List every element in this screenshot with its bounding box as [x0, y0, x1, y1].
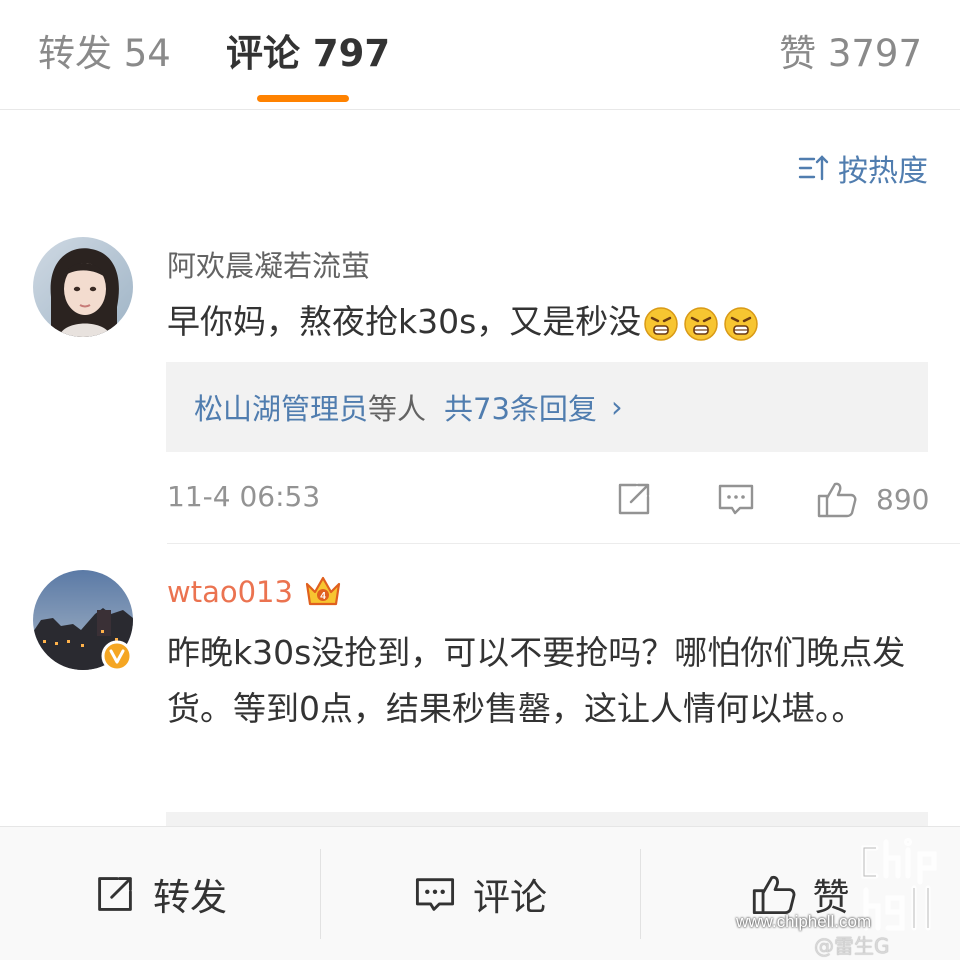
- comment-icon: [718, 484, 754, 515]
- comment-reply-button[interactable]: [716, 478, 756, 520]
- comment-button[interactable]: 评论: [320, 827, 640, 960]
- comment-label: 评论: [473, 876, 547, 919]
- tab-repost[interactable]: 转发 54: [38, 30, 171, 78]
- comment-body: 昨晚k30s没抢到，可以不要抢吗？哪怕你们晚点发货。等到0点，结果秒售罄，这让人…: [167, 633, 906, 728]
- active-tab-indicator: [257, 95, 349, 102]
- chevron-right-icon: ›: [610, 390, 623, 424]
- reply-others-label: 等人: [368, 392, 427, 426]
- comment-username-vip[interactable]: wtao013 4: [167, 574, 343, 610]
- comment-timestamp: 11-4 06:53: [167, 480, 321, 513]
- reply-user-link[interactable]: 松山湖管理员: [194, 386, 368, 428]
- share-icon: [98, 877, 132, 911]
- comment-username[interactable]: wtao013: [167, 575, 293, 609]
- comment-body: 早你妈，熬夜抢k30s，又是秒没: [167, 302, 642, 341]
- repost-label: 转发: [153, 876, 227, 919]
- emoji-row: [643, 306, 763, 342]
- comment-username[interactable]: 阿欢晨凝若流萤: [167, 243, 370, 285]
- share-icon: [618, 483, 650, 515]
- avatar[interactable]: [33, 237, 133, 337]
- angry-emoji-icon: [724, 306, 759, 341]
- tab-bar: 转发 54 评论 797 赞 3797: [0, 0, 960, 110]
- verified-v-icon: [101, 640, 133, 672]
- replies-preview[interactable]: 松山湖管理员 等人 共73条回复 ›: [166, 362, 928, 452]
- watermark-user: @雷生G: [814, 934, 890, 958]
- repost-button[interactable]: 转发: [0, 827, 320, 960]
- watermark-url: www.chiphell.com: [736, 912, 872, 931]
- tab-comment[interactable]: 评论 797: [226, 30, 390, 78]
- comment-text: 早你妈，熬夜抢k30s，又是秒没: [167, 294, 763, 350]
- sort-button[interactable]: 按热度: [798, 148, 928, 189]
- comment-icon: [415, 878, 455, 911]
- sort-label: 按热度: [838, 154, 928, 189]
- svg-text:4: 4: [320, 591, 326, 602]
- comment-repost-button[interactable]: [614, 478, 654, 520]
- vip-crown-icon: 4: [305, 576, 341, 606]
- like-count: 890: [876, 482, 930, 516]
- angry-emoji-icon: [684, 306, 719, 341]
- sort-icon: [798, 155, 829, 181]
- thumbs-up-icon: [752, 875, 795, 915]
- thumbs-up-icon: [817, 482, 857, 518]
- reply-count-link[interactable]: 共73条回复: [444, 386, 597, 428]
- tab-likes[interactable]: 赞 3797: [779, 30, 922, 78]
- angry-emoji-icon: [644, 306, 679, 341]
- comment-divider: [167, 543, 960, 544]
- comment-like-button[interactable]: 890: [816, 478, 929, 520]
- chiphell-logo-icon: [861, 838, 937, 931]
